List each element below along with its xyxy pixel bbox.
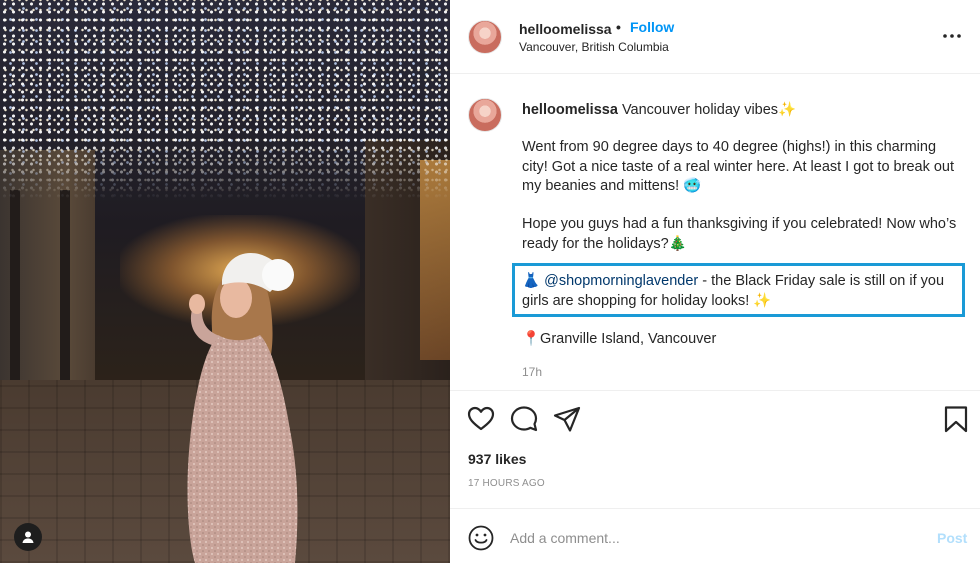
- mention-link[interactable]: @shopmorninglavender: [544, 273, 698, 289]
- caption-section: helloomelissa Vancouver holiday vibes✨ W…: [450, 75, 980, 390]
- post-photo[interactable]: [0, 0, 450, 563]
- author-avatar[interactable]: [468, 20, 502, 54]
- more-options-icon[interactable]: [942, 26, 962, 46]
- person-icon: [22, 531, 34, 543]
- like-heart-icon[interactable]: [467, 405, 495, 433]
- caption-headline: helloomelissa Vancouver holiday vibes✨: [522, 101, 796, 118]
- dress-emoji: 👗: [522, 273, 541, 289]
- sparkles-emoji: ✨: [778, 102, 797, 118]
- post-age: 17 HOURS AGO: [468, 478, 545, 489]
- post-header: helloomelissa • Follow Vancouver, Britis…: [450, 0, 980, 74]
- post-comment-button[interactable]: Post: [937, 530, 967, 546]
- separator-dot: •: [616, 19, 621, 35]
- caption-paragraph: Hope you guys had a fun thanksgiving if …: [522, 216, 957, 252]
- post-details-panel: helloomelissa • Follow Vancouver, Britis…: [450, 0, 980, 563]
- save-bookmark-icon[interactable]: [942, 405, 970, 433]
- caption-paragraph-mention: 👗 @shopmorninglavender - the Black Frida…: [522, 272, 958, 311]
- caption-location-line[interactable]: 📍Granville Island, Vancouver: [522, 330, 962, 350]
- comment-input[interactable]: [510, 527, 910, 549]
- caption-author-avatar[interactable]: [468, 98, 502, 132]
- like-count[interactable]: 937 likes: [468, 451, 526, 467]
- share-paper-plane-icon[interactable]: [553, 405, 581, 433]
- follow-button[interactable]: Follow: [630, 19, 674, 35]
- caption-paragraph: Went from 90 degree days to 40 degree (h…: [522, 139, 955, 194]
- author-username[interactable]: helloomelissa: [519, 21, 612, 37]
- caption-headline-text: Vancouver holiday vibes: [621, 102, 779, 118]
- comment-bubble-icon[interactable]: [510, 405, 538, 433]
- caption-timestamp: 17h: [522, 365, 543, 379]
- action-bar: 937 likes 17 HOURS AGO: [450, 390, 980, 505]
- post-location[interactable]: Vancouver, British Columbia: [519, 40, 669, 54]
- photo-string-lights: [0, 0, 450, 200]
- comment-bar: Post: [450, 508, 980, 563]
- caption-username[interactable]: helloomelissa: [522, 102, 618, 118]
- emoji-icon[interactable]: [468, 525, 494, 551]
- ellipsis-icon: [943, 34, 961, 38]
- photo-person: [187, 252, 298, 563]
- tagged-users-icon[interactable]: [14, 523, 42, 551]
